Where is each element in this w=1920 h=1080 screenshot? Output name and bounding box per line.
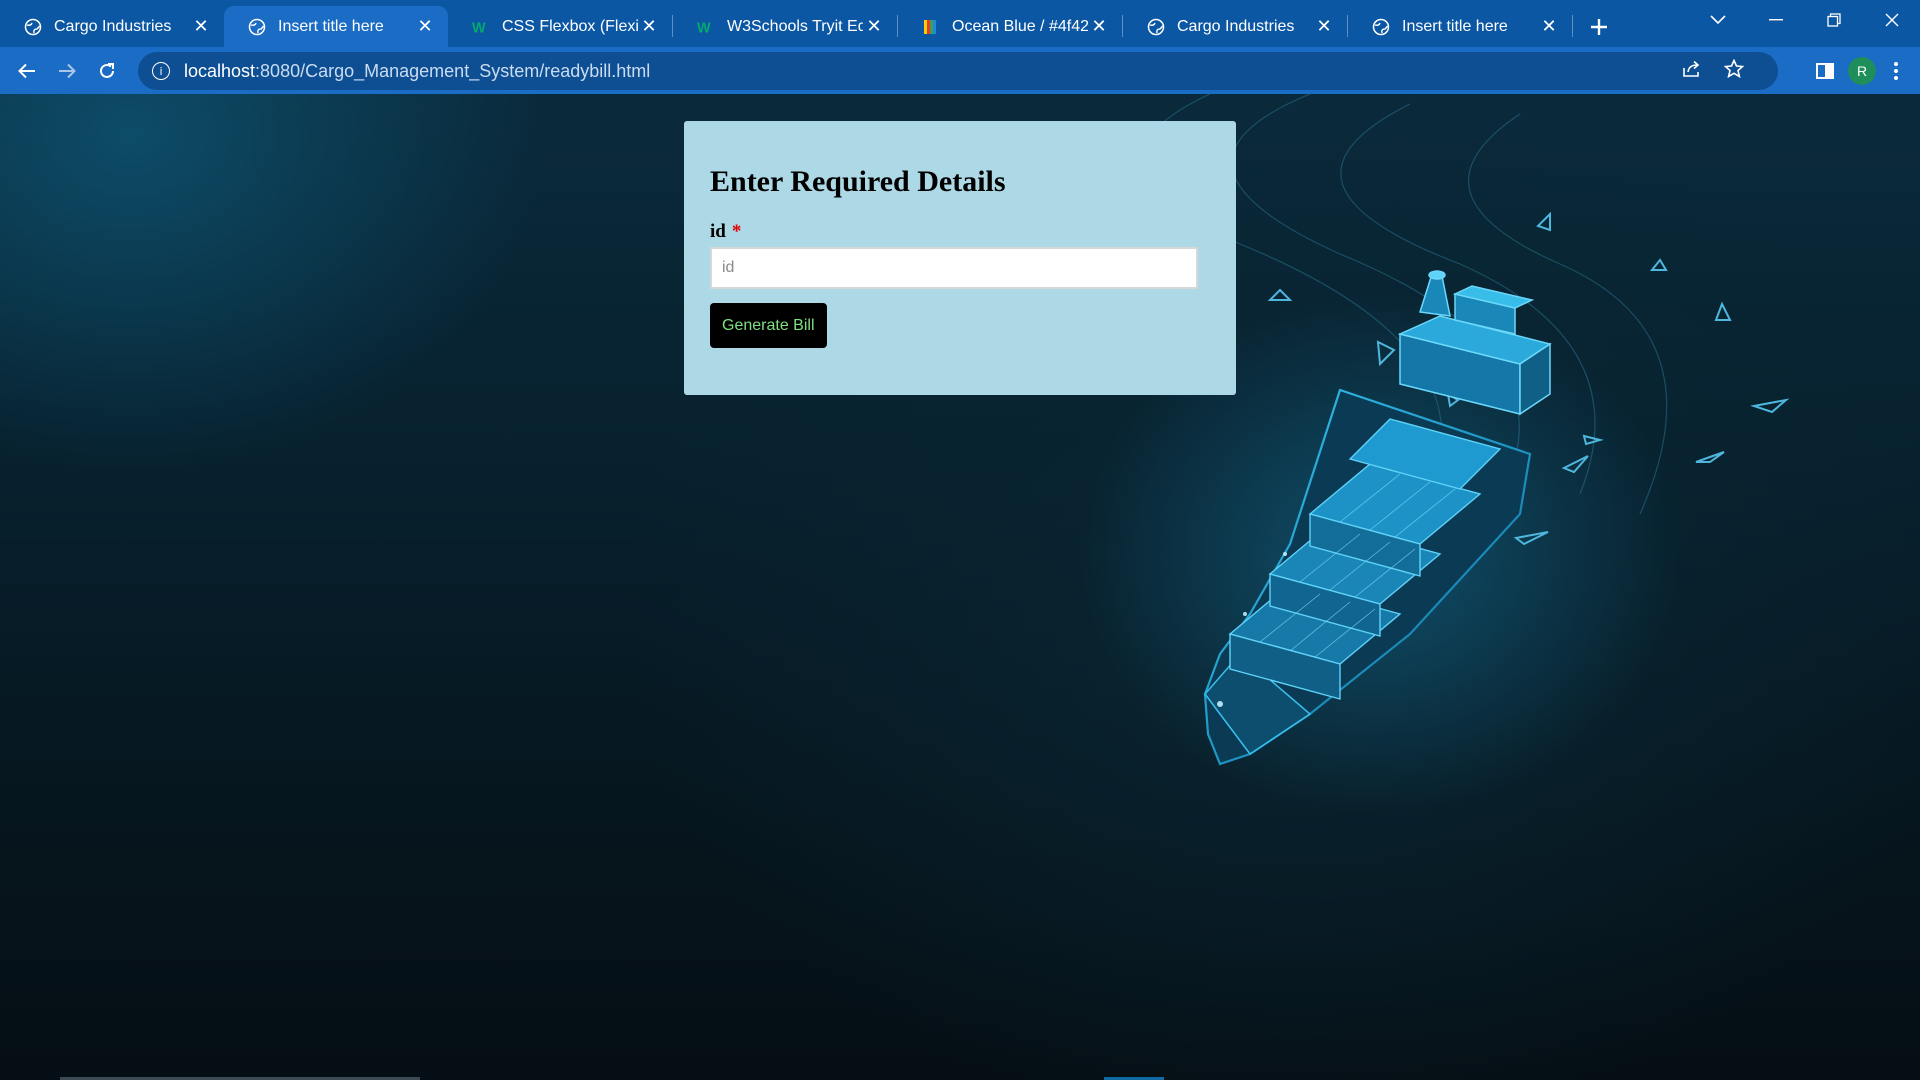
globe-icon — [1372, 18, 1390, 36]
page-background: Enter Required Details id* Generate Bill — [0, 94, 1920, 1080]
tab-title: CSS Flexbox (Flexible — [502, 17, 638, 35]
close-icon[interactable]: ✕ — [863, 16, 885, 38]
id-label-text: id — [710, 221, 726, 242]
address-bar[interactable]: i localhost:8080/Cargo_Management_System… — [138, 52, 1778, 90]
tab-cargo-industries-2[interactable]: Cargo Industries ✕ — [1123, 6, 1347, 47]
svg-text:W: W — [472, 20, 486, 35]
tab-title: Insert title here — [278, 17, 384, 35]
globe-icon — [24, 18, 42, 36]
globe-icon — [248, 18, 266, 36]
tab-w3schools-tryit[interactable]: W W3Schools Tryit Edito ✕ — [673, 6, 897, 47]
tab-strip: Cargo Industries ✕ Insert title here ✕ W… — [0, 0, 1920, 47]
plus-icon — [1591, 18, 1607, 35]
close-icon[interactable]: ✕ — [190, 16, 212, 38]
avatar[interactable]: R — [1848, 56, 1876, 85]
color-palette-icon — [922, 18, 940, 36]
share-icon[interactable] — [1682, 60, 1702, 83]
more-menu-icon[interactable] — [1894, 61, 1898, 80]
id-label: id * — [710, 221, 1210, 243]
tab-insert-title-here[interactable]: Insert title here ✕ — [224, 6, 448, 47]
url-text[interactable]: localhost:8080/Cargo_Management_System/r… — [184, 61, 650, 82]
svg-text:W: W — [697, 20, 711, 35]
restore-button[interactable] — [1806, 0, 1862, 40]
form-heading: Enter Required Details — [710, 165, 1006, 198]
tab-insert-title-here-2[interactable]: Insert title here ✕ — [1348, 6, 1572, 47]
tab-css-flexbox[interactable]: W CSS Flexbox (Flexible ✕ — [448, 6, 672, 47]
w3schools-icon: W — [697, 18, 715, 36]
side-panel-icon[interactable] — [1816, 62, 1834, 79]
tab-title: Insert title here — [1402, 17, 1508, 35]
globe-icon — [1147, 18, 1165, 36]
reload-icon — [100, 62, 114, 78]
close-icon[interactable]: ✕ — [1088, 16, 1110, 38]
url-path: :8080/Cargo_Management_System/readybill.… — [255, 60, 651, 81]
minimize-icon — [1769, 19, 1783, 21]
toolbar-right: R — [1816, 47, 1920, 94]
tab-title: Cargo Industries — [54, 17, 172, 35]
arrow-right-icon — [59, 63, 76, 78]
bookmark-star-icon[interactable] — [1723, 58, 1745, 83]
arrow-left-icon — [18, 63, 35, 78]
tab-ocean-blue[interactable]: Ocean Blue / #4f42b5 ✕ — [898, 6, 1122, 47]
generate-bill-button[interactable]: Generate Bill — [710, 303, 827, 348]
tab-title: Cargo Industries — [1177, 17, 1295, 35]
w3schools-icon: W — [472, 18, 490, 36]
restore-icon — [1827, 13, 1841, 27]
close-icon — [1885, 13, 1899, 27]
info-icon[interactable]: i — [152, 62, 170, 80]
required-marker: * — [731, 221, 742, 242]
close-icon[interactable]: ✕ — [638, 16, 660, 38]
reload-button[interactable] — [87, 51, 127, 91]
address-bar-actions — [1682, 52, 1745, 90]
forward-button[interactable] — [47, 51, 87, 91]
tab-title: W3Schools Tryit Edito — [727, 17, 863, 35]
close-window-button[interactable] — [1864, 0, 1920, 40]
back-button[interactable] — [7, 51, 47, 91]
tab-title: Ocean Blue / #4f42b5 — [952, 17, 1088, 35]
tab-separator — [1572, 15, 1573, 37]
id-input[interactable] — [710, 247, 1198, 289]
close-icon[interactable]: ✕ — [1313, 16, 1335, 38]
tab-cargo-industries[interactable]: Cargo Industries ✕ — [0, 6, 224, 47]
tab-search-button[interactable] — [1690, 0, 1746, 40]
close-icon[interactable]: ✕ — [414, 16, 436, 38]
url-host: localhost — [184, 60, 256, 81]
minimize-button[interactable] — [1748, 0, 1804, 40]
bill-form-card: Enter Required Details id* Generate Bill — [684, 121, 1236, 395]
browser-toolbar: i localhost:8080/Cargo_Management_System… — [0, 47, 1920, 94]
close-icon[interactable]: ✕ — [1538, 16, 1560, 38]
new-tab-button[interactable] — [1579, 6, 1619, 47]
chevron-down-icon — [1710, 15, 1726, 25]
